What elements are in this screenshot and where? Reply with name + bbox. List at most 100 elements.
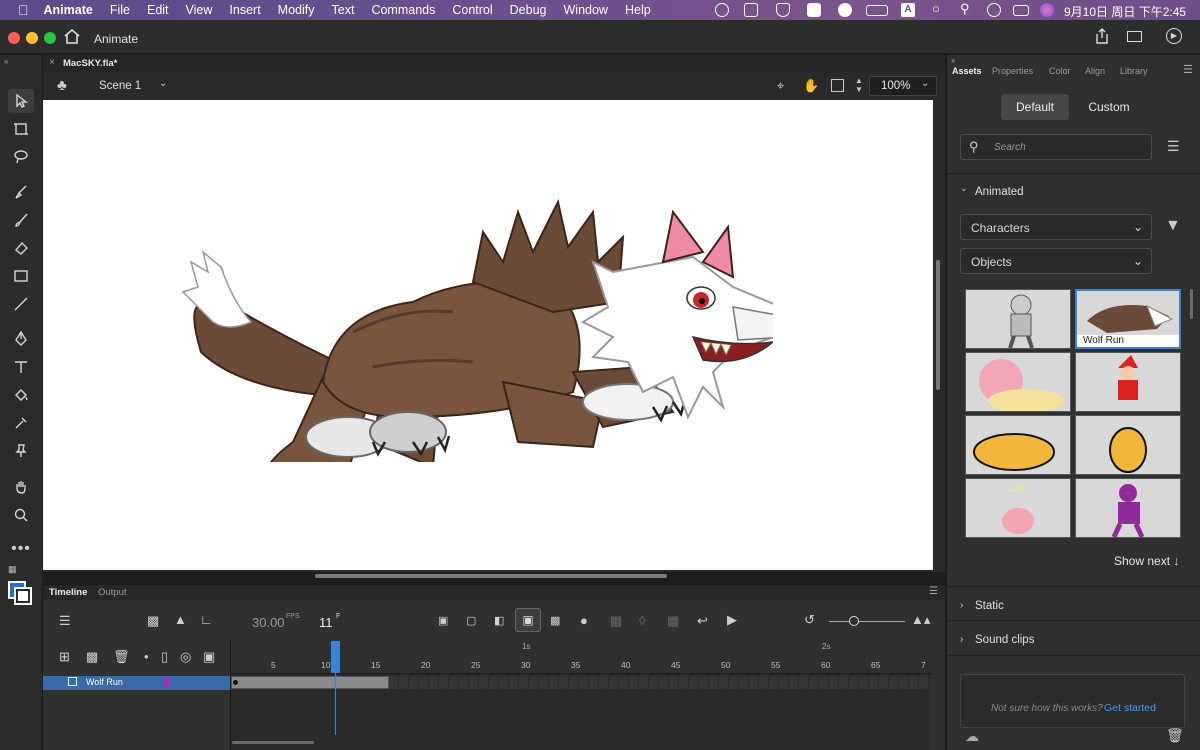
stage-canvas[interactable] — [43, 100, 933, 570]
asset-search-box[interactable]: ⚲ Search — [960, 134, 1152, 160]
new-layer-icon[interactable]: ⊞ — [59, 649, 70, 665]
play-icon[interactable]: ▶ — [727, 612, 737, 628]
asset-thumb-snail[interactable] — [965, 352, 1071, 412]
static-chevron-right-icon[interactable]: › — [960, 600, 963, 611]
zoom-stepper-icon[interactable]: ▲ ▼ — [855, 76, 863, 94]
rotate-stage-icon[interactable]: ✋ — [803, 78, 819, 94]
motion-tween-icon[interactable]: ▩ — [610, 613, 622, 629]
lock-layers-icon[interactable]: ▣ — [203, 649, 215, 665]
new-folder-icon[interactable]: ▩ — [86, 649, 98, 665]
text-tool-icon[interactable] — [8, 355, 34, 379]
control-center-icon[interactable] — [1013, 5, 1029, 16]
menu-commands[interactable]: Commands — [371, 3, 435, 17]
subcategory-dropdown[interactable]: Objects ⌄ — [960, 248, 1152, 274]
more-tools-icon[interactable]: ••• — [8, 537, 34, 561]
menu-view[interactable]: View — [186, 3, 213, 17]
asset-thumb-mummy[interactable] — [965, 289, 1071, 349]
user-icon[interactable] — [987, 3, 1001, 17]
center-stage-icon[interactable]: ⌖ — [777, 78, 784, 94]
zoom-tool-icon[interactable] — [8, 503, 34, 527]
asset-thumb-dog-sleeping[interactable] — [965, 415, 1071, 475]
sound-clips-chevron-right-icon[interactable]: › — [960, 634, 963, 645]
playhead[interactable] — [331, 641, 340, 673]
menu-modify[interactable]: Modify — [278, 3, 315, 17]
menu-insert[interactable]: Insert — [229, 3, 260, 17]
tray-screen-icon[interactable] — [744, 3, 758, 17]
menu-help[interactable]: Help — [625, 3, 651, 17]
rectangle-tool-icon[interactable] — [8, 264, 34, 288]
loop-icon[interactable]: ↩ — [697, 613, 708, 629]
menu-text[interactable]: Text — [332, 3, 355, 17]
hide-layers-icon[interactable]: ◎ — [180, 649, 191, 665]
siri-icon[interactable] — [1040, 3, 1054, 17]
lasso-tool-icon[interactable] — [8, 145, 34, 169]
default-toggle-button[interactable]: Default — [1001, 94, 1069, 120]
create-tween-icon[interactable]: ● — [580, 613, 588, 628]
mountain-icon[interactable]: ▲▴ — [911, 612, 930, 628]
panel-collapse-icon[interactable]: » — [951, 56, 955, 65]
animated-chevron-down-icon[interactable]: ⌄ — [960, 183, 968, 194]
tray-copy-icon[interactable] — [715, 3, 729, 17]
play-preview-icon[interactable]: ▶ — [1166, 28, 1182, 44]
layer-row-wolf-run[interactable]: Wolf Run — [43, 676, 230, 690]
free-transform-tool-icon[interactable] — [8, 117, 34, 141]
trash-icon[interactable]: 🗑 — [1166, 727, 1184, 744]
tab-library[interactable]: Library — [1120, 66, 1148, 76]
menubar-clock[interactable]: 9月10日 周日 下午2:45 — [1064, 3, 1186, 20]
category-dropdown[interactable]: Characters ⌄ — [960, 214, 1152, 240]
keyframe-dot[interactable] — [233, 680, 238, 685]
fill-color-swatch[interactable] — [14, 587, 32, 605]
tab-properties[interactable]: Properties — [992, 66, 1033, 76]
asset-thumb-dog-sitting[interactable] — [1075, 415, 1181, 475]
menu-app-name[interactable]: Animate — [44, 3, 93, 17]
assets-scrollbar[interactable] — [1190, 289, 1193, 319]
eyedropper-tool-icon[interactable] — [8, 411, 34, 435]
tray-shield-icon[interactable] — [776, 3, 790, 17]
tab-timeline[interactable]: Timeline — [49, 587, 87, 598]
static-section-label[interactable]: Static — [975, 600, 1004, 612]
line-tool-icon[interactable] — [8, 292, 34, 316]
home-label[interactable]: Animate — [94, 32, 138, 46]
wifi-icon[interactable]: ○ — [932, 1, 940, 16]
frame-span-wolf-run[interactable] — [231, 676, 389, 689]
tab-assets[interactable]: Assets — [952, 66, 982, 76]
sound-clips-section-label[interactable]: Sound clips — [975, 634, 1034, 646]
tray-moon-icon[interactable] — [838, 3, 852, 17]
tab-output[interactable]: Output — [98, 587, 127, 598]
layer-name[interactable]: Wolf Run — [86, 677, 123, 687]
highlight-layer-icon[interactable]: • — [144, 649, 149, 664]
frame-zoom-slider-thumb[interactable] — [849, 616, 859, 626]
camera-icon[interactable]: ▩ — [147, 613, 159, 629]
shape-tween-icon[interactable]: ◊ — [639, 613, 645, 628]
hand-tool-icon[interactable] — [8, 475, 34, 499]
onion-skin-button[interactable]: ▣ — [515, 608, 541, 632]
insert-keyframe-icon[interactable]: ▣ — [438, 614, 448, 627]
layer-color-swatch[interactable] — [164, 677, 169, 688]
selection-tool-icon[interactable] — [8, 89, 34, 113]
window-zoom-button[interactable] — [44, 32, 56, 44]
insert-frame-icon[interactable]: ◧ — [494, 614, 504, 627]
share-icon[interactable] — [1094, 28, 1110, 47]
menu-file[interactable]: File — [110, 3, 130, 17]
list-view-icon[interactable]: ☰ — [1167, 138, 1180, 155]
paint-brush-tool-icon[interactable] — [8, 180, 34, 204]
asset-thumb-wolf-run[interactable]: Wolf Run — [1075, 289, 1181, 349]
menu-debug[interactable]: Debug — [510, 3, 547, 17]
scene-chevron-down-icon[interactable]: ⌄ — [159, 78, 167, 89]
undo-icon[interactable]: ↺ — [804, 612, 815, 628]
menu-edit[interactable]: Edit — [147, 3, 169, 17]
classic-tween-icon[interactable]: ▩ — [667, 613, 679, 629]
search-icon[interactable]: ⚲ — [960, 1, 970, 17]
pen-tool-icon[interactable] — [8, 327, 34, 351]
battery-icon[interactable] — [866, 5, 888, 16]
tools-collapse-icon[interactable]: « — [4, 57, 8, 66]
custom-toggle-button[interactable]: Custom — [1075, 94, 1143, 120]
menu-control[interactable]: Control — [452, 3, 492, 17]
eraser-tool-icon[interactable] — [8, 236, 34, 260]
document-tab[interactable]: MacSKY.fla* — [63, 58, 117, 69]
scene-icon[interactable]: ♣ — [57, 77, 67, 94]
zoom-chevron-down-icon[interactable]: ⌄ — [921, 78, 929, 89]
graph-icon[interactable]: ∟ — [200, 612, 213, 627]
panel-menu-icon[interactable]: ☰ — [1183, 63, 1193, 76]
clip-content-icon[interactable] — [831, 79, 844, 92]
